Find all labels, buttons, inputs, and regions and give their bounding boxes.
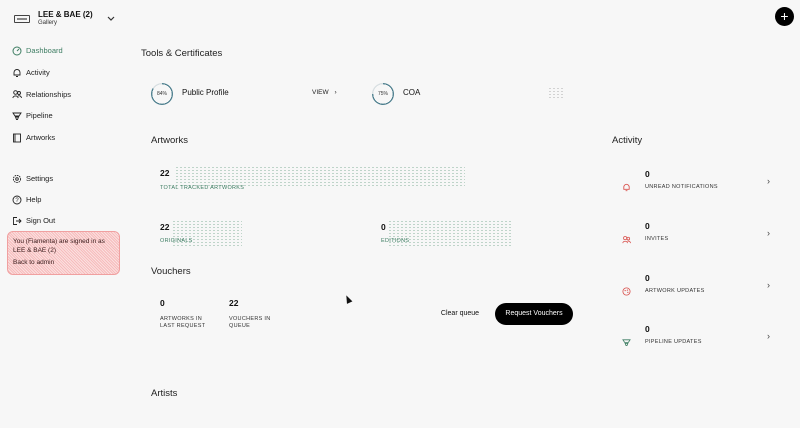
public-profile-label: Public Profile	[182, 88, 229, 97]
gallery-logo	[14, 14, 30, 23]
nav-item-pipeline[interactable]: Pipeline	[12, 105, 71, 127]
activity-label: UNREAD NOTIFICATIONS	[645, 184, 718, 190]
activity-value: 0	[645, 221, 650, 231]
dashboard-icon	[12, 46, 22, 56]
secondary-nav: Settings ? Help Sign Out	[12, 168, 55, 231]
help-icon: ?	[12, 195, 22, 205]
sidebar: LEE & BAE (2) Gallery Dashboard Activity…	[0, 0, 128, 428]
book-icon	[12, 133, 22, 143]
signed-in-banner: You (Fiamenta) are signed in as LEE & BA…	[7, 231, 120, 275]
coa-progress-ring: 75%	[372, 83, 394, 105]
nav-label: Pipeline	[26, 111, 53, 121]
label-line: ARTWORKS IN	[160, 316, 203, 322]
editions-label[interactable]: EDITIONS	[381, 238, 409, 244]
tools-title: Tools & Certificates	[141, 48, 223, 59]
nav-label: Activity	[26, 68, 50, 78]
activity-value: 0	[645, 273, 650, 283]
originals-label[interactable]: ORIGINALS	[160, 238, 193, 244]
gallery-switcher[interactable]: LEE & BAE (2) Gallery	[14, 10, 93, 27]
editions-value: 0	[381, 222, 386, 232]
bell-icon	[12, 68, 22, 78]
nav-label: Sign Out	[26, 216, 56, 225]
total-artworks-label[interactable]: TOTAL TRACKED ARTWORKS	[160, 185, 244, 191]
total-artworks-value: 22	[160, 168, 170, 178]
nav-label: Relationships	[26, 89, 72, 99]
nav-item-activity[interactable]: Activity	[12, 62, 71, 84]
chevron-right-icon: ›	[334, 89, 337, 96]
vouchers-title: Vouchers	[151, 266, 191, 277]
primary-nav: Dashboard Activity Relationships Pipelin…	[12, 40, 71, 148]
coa-percent: 75%	[377, 91, 388, 97]
activity-notifications-row[interactable]: 0 UNREAD NOTIFICATIONS ›	[612, 163, 782, 201]
chevron-right-icon: ›	[767, 280, 770, 290]
sign-out-icon	[12, 216, 22, 226]
activity-artwork-updates-row[interactable]: 0 ARTWORK UPDATES ›	[612, 267, 782, 305]
nav-label: Artworks	[26, 133, 56, 143]
chevron-right-icon: ›	[767, 228, 770, 238]
artists-title: Artists	[151, 388, 178, 399]
nav-item-relationships[interactable]: Relationships	[12, 83, 71, 105]
activity-label: PIPELINE UPDATES	[645, 339, 702, 345]
nav-label: Help	[26, 195, 42, 204]
artworks-title: Artworks	[151, 135, 188, 146]
request-vouchers-button[interactable]: Request Vouchers	[495, 303, 573, 325]
nav-item-artworks[interactable]: Artworks	[12, 127, 71, 149]
queue-label: VOUCHERS IN QUEUE	[229, 316, 271, 330]
pipeline-icon	[622, 334, 632, 347]
label-line: LAST REQUEST	[160, 323, 206, 329]
chevron-right-icon: ›	[767, 176, 770, 186]
originals-value: 22	[160, 222, 170, 232]
activity-pipeline-updates-row[interactable]: 0 PIPELINE UPDATES ›	[612, 318, 782, 356]
palette-icon	[622, 283, 632, 296]
nav-item-dashboard[interactable]: Dashboard	[12, 40, 71, 62]
pipeline-icon	[12, 111, 22, 121]
gallery-name: LEE & BAE (2)	[38, 10, 93, 19]
activity-label: ARTWORK UPDATES	[645, 288, 705, 294]
activity-value: 0	[645, 324, 650, 334]
add-button[interactable]: +	[775, 7, 794, 26]
nav-item-help[interactable]: ? Help	[12, 189, 55, 210]
nav-label: Dashboard	[26, 46, 63, 56]
loading-dots	[548, 87, 564, 99]
nav-item-sign-out[interactable]: Sign Out	[12, 210, 55, 231]
users-icon	[622, 231, 632, 244]
signed-in-message: You (Fiamenta) are signed in as LEE & BA…	[13, 238, 105, 254]
queue-value: 22	[229, 298, 239, 308]
activity-value: 0	[645, 169, 650, 179]
back-to-admin-link[interactable]: Back to admin	[13, 258, 114, 267]
last-request-value: 0	[160, 298, 165, 308]
label-line: QUEUE	[229, 323, 251, 329]
view-label: VIEW	[312, 89, 329, 96]
last-request-label: ARTWORKS IN LAST REQUEST	[160, 316, 205, 330]
nav-label: Settings	[26, 174, 54, 183]
view-public-profile-link[interactable]: VIEW ›	[312, 89, 337, 96]
label-line: VOUCHERS IN	[229, 316, 271, 322]
public-profile-progress-ring: 84%	[151, 83, 173, 105]
bell-icon	[622, 179, 632, 192]
mouse-cursor-icon	[343, 294, 353, 304]
activity-title: Activity	[612, 135, 643, 146]
activity-label: INVITES	[645, 236, 669, 242]
sparkline-total	[175, 166, 465, 186]
public-profile-percent: 84%	[156, 91, 167, 97]
activity-invites-row[interactable]: 0 INVITES ›	[612, 215, 782, 253]
gallery-subtitle: Gallery	[38, 20, 58, 26]
gear-icon	[12, 174, 22, 184]
chevron-down-icon[interactable]	[107, 14, 115, 24]
clear-queue-button[interactable]: Clear queue	[432, 305, 488, 323]
nav-item-settings[interactable]: Settings	[12, 168, 55, 189]
chevron-right-icon: ›	[767, 331, 770, 341]
coa-label[interactable]: COA	[403, 88, 420, 97]
users-icon	[12, 89, 22, 99]
